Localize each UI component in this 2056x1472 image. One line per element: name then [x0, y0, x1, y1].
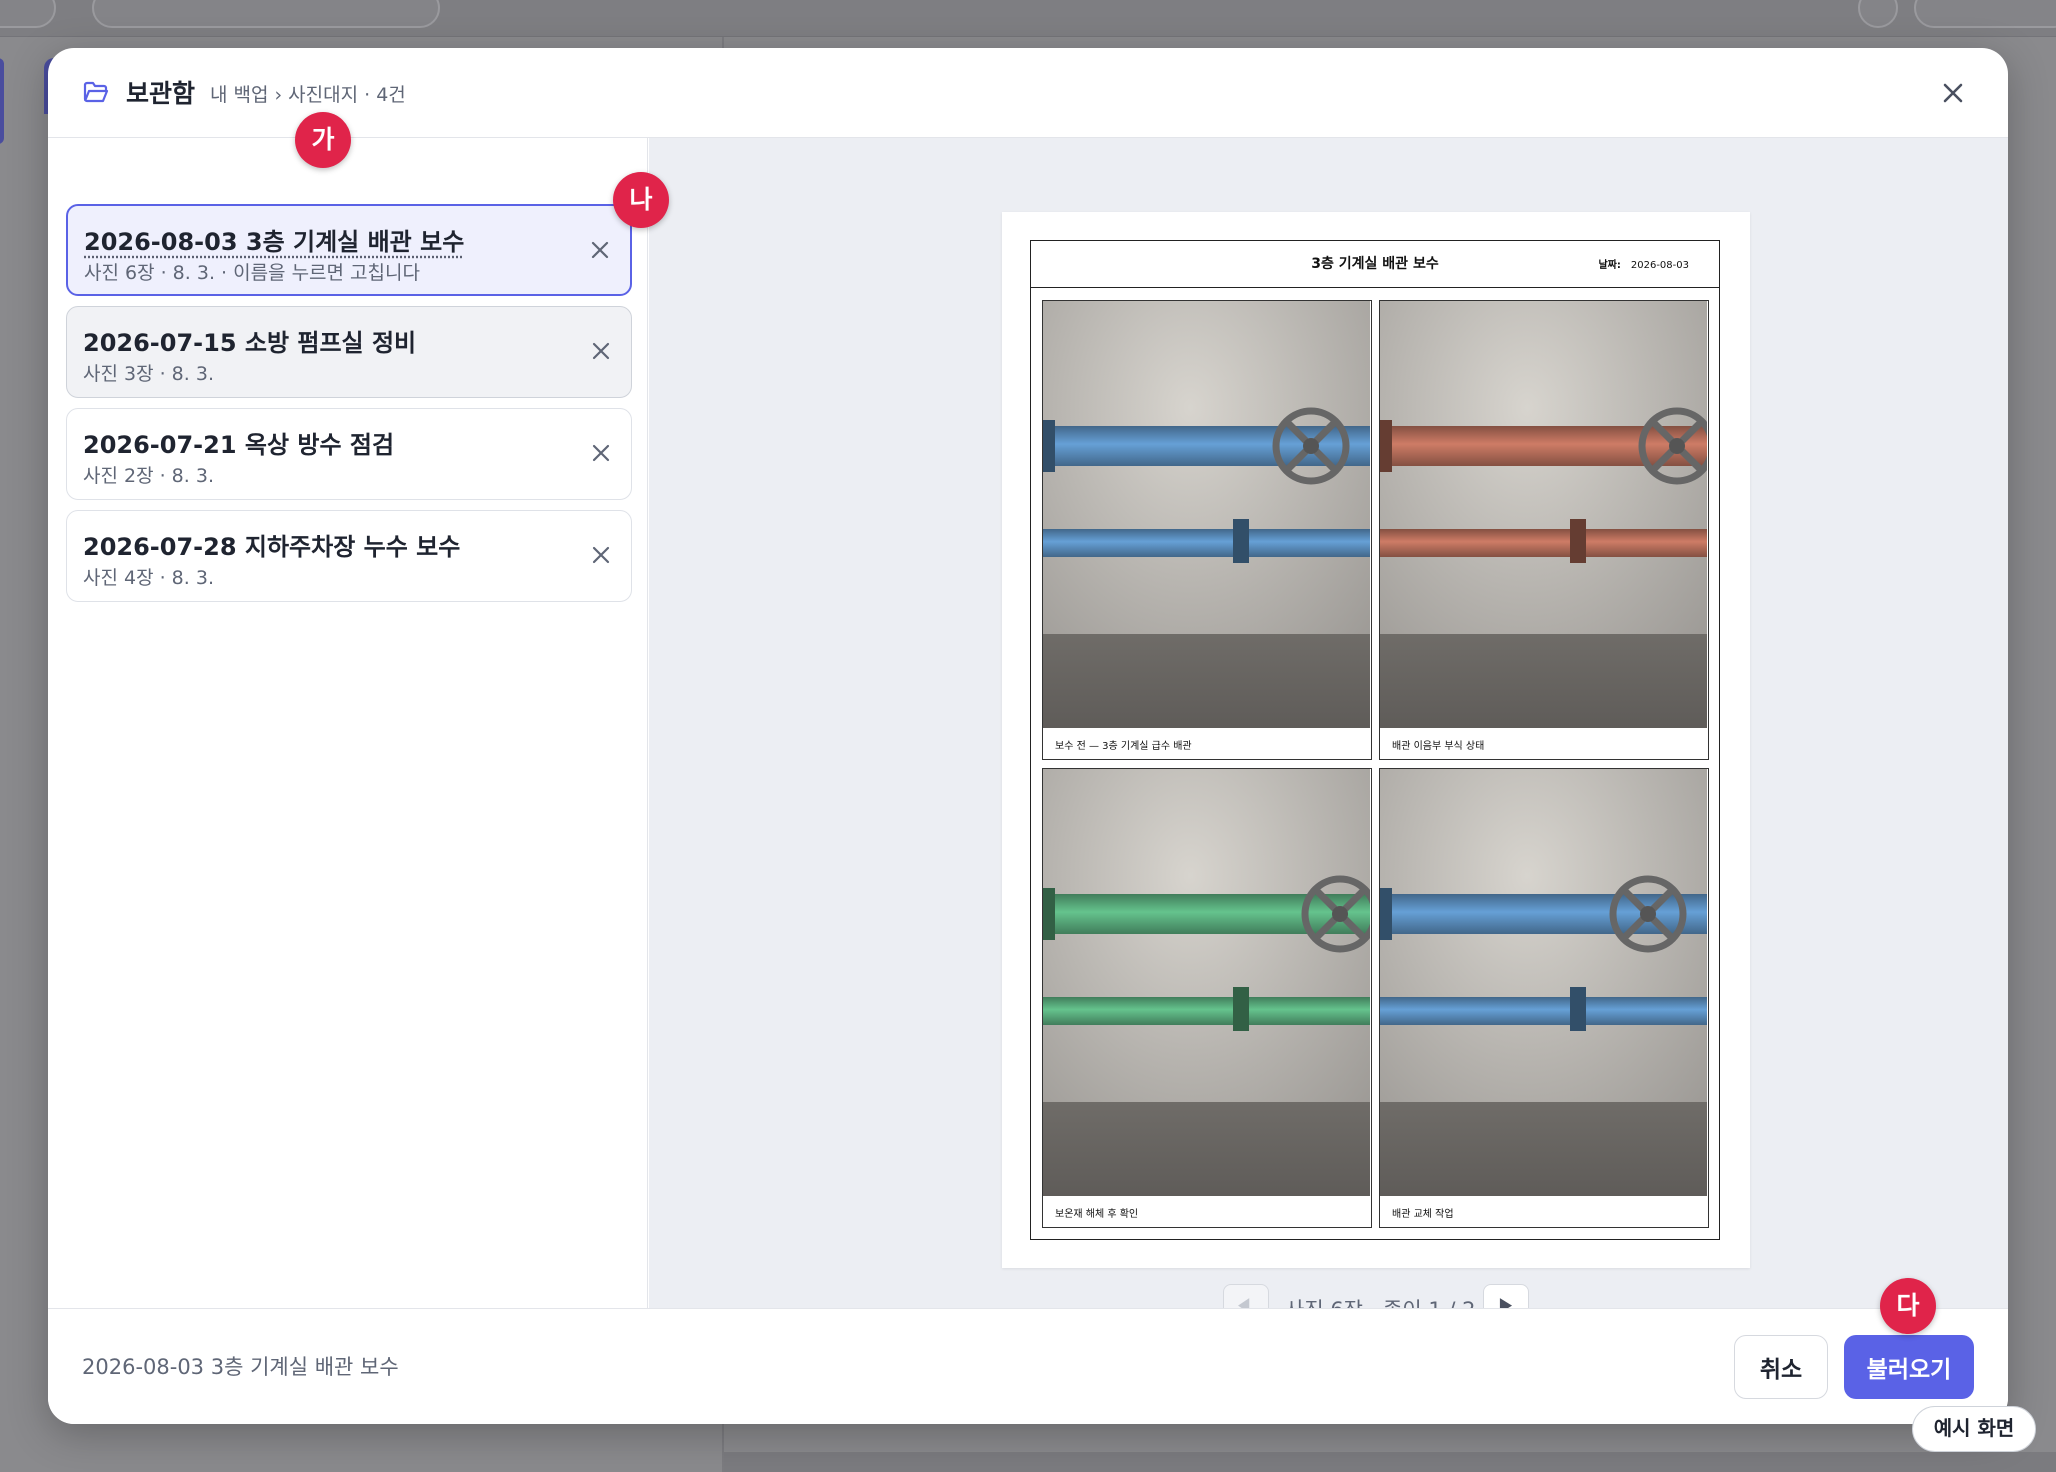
pipe-photo: [1043, 301, 1370, 728]
marker-ga: 가: [295, 112, 351, 168]
example-screen-badge: 예시 화면: [1912, 1406, 2036, 1452]
delete-icon[interactable]: [588, 238, 612, 262]
modal-title: 보관함: [126, 79, 196, 108]
archive-modal: 보관함 내 백업 › 사진대지 · 4건 2026-08-03 3층 기계실 배…: [48, 48, 2008, 1424]
delete-icon[interactable]: [589, 441, 613, 465]
folder-open-icon: [83, 81, 109, 103]
background-search: [92, 0, 440, 28]
preview-page: 3층 기계실 배관 보수 날짜: 2026-08-03 보수 전 — 3층 기계…: [1002, 212, 1750, 1268]
photo-sheet: 3층 기계실 배관 보수 날짜: 2026-08-03 보수 전 — 3층 기계…: [1030, 240, 1720, 1240]
photo-cell: 보온재 해체 후 확인: [1042, 768, 1372, 1228]
photo-cell: 보수 전 — 3층 기계실 급수 배관: [1042, 300, 1372, 760]
pipe-photo: [1043, 769, 1370, 1196]
background-sidebar-tab: [0, 58, 4, 144]
background-bottom-bar: [724, 1452, 2056, 1472]
breadcrumb: 내 백업 › 사진대지 · 4건: [210, 84, 406, 106]
sheet-header: 3층 기계실 배관 보수 날짜: 2026-08-03: [1031, 241, 1719, 288]
pipe-photo: [1380, 769, 1707, 1196]
list-item-title[interactable]: 2026-08-03 3층 기계실 배관 보수: [84, 222, 464, 257]
list-item-subtitle: 사진 4장 · 8. 3.: [83, 567, 214, 589]
marker-na: 나: [613, 172, 669, 228]
date-label: 날짜:: [1598, 260, 1621, 271]
list-item[interactable]: 2026-07-21 옥상 방수 점검 사진 2장 · 8. 3.: [66, 408, 632, 500]
photo-caption: 배관 교체 작업: [1392, 1209, 1454, 1220]
list-item-subtitle: 사진 6장 · 8. 3. · 이름을 누르면 고칩니다: [84, 262, 420, 284]
list-item-subtitle: 사진 2장 · 8. 3.: [83, 465, 214, 487]
list-item-title: 2026-07-28 지하주차장 누수 보수: [83, 533, 461, 561]
modal-footer: 2026-08-03 3층 기계실 배관 보수 취소 불러오기: [48, 1308, 2008, 1424]
photo-cell: 배관 교체 작업: [1379, 768, 1709, 1228]
photo-caption: 배관 이음부 부식 상태: [1392, 741, 1485, 752]
close-icon[interactable]: [1938, 78, 1968, 108]
backup-list-panel: 2026-08-03 3층 기계실 배관 보수 사진 6장 · 8. 3. · …: [48, 138, 648, 1308]
background-button: [0, 0, 56, 28]
cancel-button[interactable]: 취소: [1734, 1335, 1828, 1399]
photo-caption: 보온재 해체 후 확인: [1055, 1209, 1139, 1220]
list-item[interactable]: 2026-08-03 3층 기계실 배관 보수 사진 6장 · 8. 3. · …: [66, 204, 632, 296]
selected-backup-name: 2026-08-03 3층 기계실 배관 보수: [82, 1355, 399, 1379]
delete-icon[interactable]: [589, 543, 613, 567]
list-item[interactable]: 2026-07-28 지하주차장 누수 보수 사진 4장 · 8. 3.: [66, 510, 632, 602]
background-button-right: [1914, 0, 2056, 28]
load-button[interactable]: 불러오기: [1844, 1335, 1974, 1399]
pipe-photo: [1380, 301, 1707, 728]
date-value: 2026-08-03: [1630, 260, 1689, 271]
photo-caption: 보수 전 — 3층 기계실 급수 배관: [1055, 741, 1192, 752]
list-item-subtitle: 사진 3장 · 8. 3.: [83, 363, 214, 385]
marker-da: 다: [1880, 1278, 1936, 1334]
list-item-title: 2026-07-15 소방 펌프실 정비: [83, 329, 417, 357]
sheet-date: 날짜: 2026-08-03: [1598, 256, 1689, 271]
delete-icon[interactable]: [589, 339, 613, 363]
list-item-title: 2026-07-21 옥상 방수 점검: [83, 431, 395, 459]
photo-cell: 배관 이음부 부식 상태: [1379, 300, 1709, 760]
list-item[interactable]: 2026-07-15 소방 펌프실 정비 사진 3장 · 8. 3.: [66, 306, 632, 398]
